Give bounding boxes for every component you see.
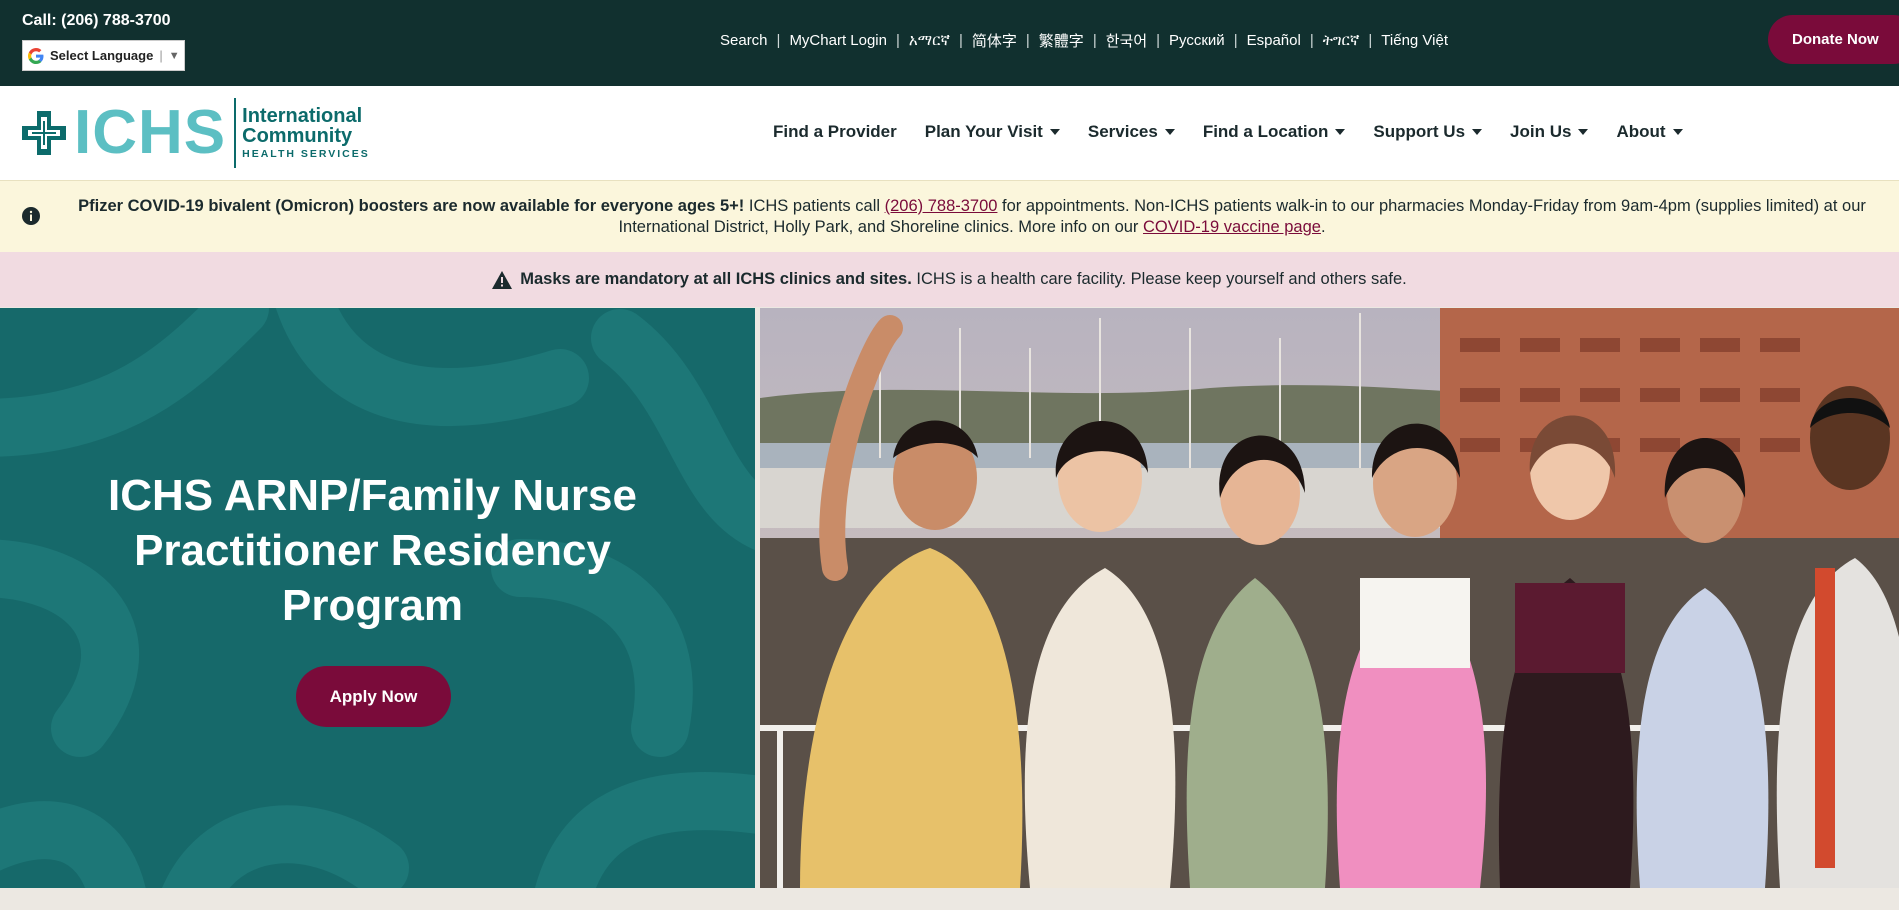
caret-down-icon bbox=[1049, 129, 1060, 135]
info-icon bbox=[22, 207, 40, 225]
nav-label: Plan Your Visit bbox=[924, 122, 1043, 141]
logo-line-1: International bbox=[242, 105, 363, 128]
nav-support-us[interactable]: Support Us bbox=[1373, 122, 1483, 142]
nav-find-a-location[interactable]: Find a Location bbox=[1203, 122, 1346, 142]
language-select[interactable]: Select Language | ▼ bbox=[22, 40, 185, 71]
caret-down-icon bbox=[1472, 129, 1483, 135]
top-utility-bar: Call: (206) 788-3700 Select Language | ▼… bbox=[0, 0, 1899, 86]
caret-down-icon bbox=[1672, 129, 1683, 135]
language-select-divider: | bbox=[159, 48, 163, 63]
link-search[interactable]: Search bbox=[720, 32, 768, 49]
nav-about[interactable]: About bbox=[1616, 122, 1683, 142]
caret-down-icon bbox=[1578, 129, 1589, 135]
group-photo-illustration bbox=[760, 308, 1899, 888]
covid-alert-text: Pfizer COVID-19 bivalent (Omicron) boost… bbox=[52, 196, 1892, 238]
link-separator: | bbox=[1025, 32, 1030, 49]
link-separator: | bbox=[1233, 32, 1238, 49]
link-lang-traditional-chinese[interactable]: 繁體字 bbox=[1039, 30, 1084, 51]
google-icon bbox=[28, 47, 44, 64]
site-header: ICHS International Community HEALTH SERV… bbox=[0, 86, 1899, 180]
main-nav: Find a Provider Plan Your Visit Services… bbox=[773, 122, 1711, 142]
link-lang-simplified-chinese[interactable]: 简体字 bbox=[972, 30, 1017, 51]
link-separator: | bbox=[1309, 32, 1314, 49]
link-separator: | bbox=[958, 32, 963, 49]
covid-alert-headline: Pfizer COVID-19 bivalent (Omicron) boost… bbox=[78, 197, 745, 215]
link-lang-russian[interactable]: Русский bbox=[1169, 32, 1225, 49]
covid-alert-copy: . bbox=[1320, 218, 1326, 236]
logo-brand: ICHS bbox=[74, 98, 227, 167]
donate-now-button[interactable]: Donate Now bbox=[1768, 15, 1899, 64]
link-lang-tigrinya[interactable]: ትግርኛ bbox=[1323, 32, 1360, 49]
hero-panel: ICHS ARNP/Family Nurse Practitioner Resi… bbox=[0, 308, 755, 888]
covid-alert-copy: ICHS patients call bbox=[744, 197, 885, 215]
chevron-down-icon: ▼ bbox=[168, 49, 180, 62]
logo-divider bbox=[234, 98, 237, 168]
mask-alert-headline: Masks are mandatory at all ICHS clinics … bbox=[520, 270, 912, 288]
nav-join-us[interactable]: Join Us bbox=[1510, 122, 1589, 142]
hero-title: ICHS ARNP/Family Nurse Practitioner Resi… bbox=[108, 471, 637, 630]
nav-services[interactable]: Services bbox=[1088, 122, 1175, 142]
language-select-label: Select Language bbox=[50, 48, 154, 63]
link-lang-korean[interactable]: 한국어 bbox=[1106, 30, 1147, 51]
apply-now-button[interactable]: Apply Now bbox=[296, 666, 451, 727]
nav-label: Support Us bbox=[1373, 122, 1466, 141]
call-phone-number[interactable]: Call: (206) 788-3700 bbox=[22, 12, 171, 30]
caret-down-icon bbox=[1164, 129, 1175, 135]
mask-alert-copy: ICHS is a health care facility. Please k… bbox=[911, 270, 1407, 288]
covid-vaccine-page-link[interactable]: COVID-19 vaccine page bbox=[1143, 218, 1321, 236]
link-mychart-login[interactable]: MyChart Login bbox=[789, 32, 887, 49]
covid-phone-link[interactable]: (206) 788-3700 bbox=[885, 197, 998, 215]
link-lang-amharic[interactable]: አማርኛ bbox=[909, 32, 950, 49]
caret-down-icon bbox=[1335, 129, 1346, 135]
medical-cross-icon bbox=[22, 111, 66, 155]
warning-icon bbox=[492, 270, 513, 289]
ichs-logo[interactable]: ICHS International Community HEALTH SERV… bbox=[20, 98, 370, 168]
mask-alert-banner: Masks are mandatory at all ICHS clinics … bbox=[0, 252, 1899, 307]
logo-line-2: Community bbox=[242, 125, 353, 148]
link-separator: | bbox=[895, 32, 900, 49]
nav-plan-your-visit[interactable]: Plan Your Visit bbox=[925, 122, 1060, 142]
link-lang-vietnamese[interactable]: Tiếng Việt bbox=[1381, 32, 1448, 49]
utility-links: Search | MyChart Login | አማርኛ | 简体字 | 繁體字 | 한… bbox=[720, 30, 1448, 51]
nav-label: Join Us bbox=[1510, 122, 1572, 141]
link-separator: | bbox=[776, 32, 781, 49]
logo-line-3: HEALTH SERVICES bbox=[242, 148, 370, 161]
nav-label: Find a Provider bbox=[773, 122, 897, 141]
nav-label: Services bbox=[1087, 122, 1158, 141]
nav-find-a-provider[interactable]: Find a Provider bbox=[773, 122, 897, 142]
link-separator: | bbox=[1368, 32, 1373, 49]
link-separator: | bbox=[1092, 32, 1097, 49]
nav-label: Find a Location bbox=[1202, 122, 1329, 141]
link-lang-spanish[interactable]: Español bbox=[1247, 32, 1301, 49]
hero-photo bbox=[760, 308, 1899, 888]
logo-wordmark: International Community HEALTH SERVICES bbox=[242, 106, 370, 160]
nav-label: About bbox=[1616, 122, 1666, 141]
covid-alert-banner: Pfizer COVID-19 bivalent (Omicron) boost… bbox=[0, 180, 1899, 252]
link-separator: | bbox=[1156, 32, 1161, 49]
